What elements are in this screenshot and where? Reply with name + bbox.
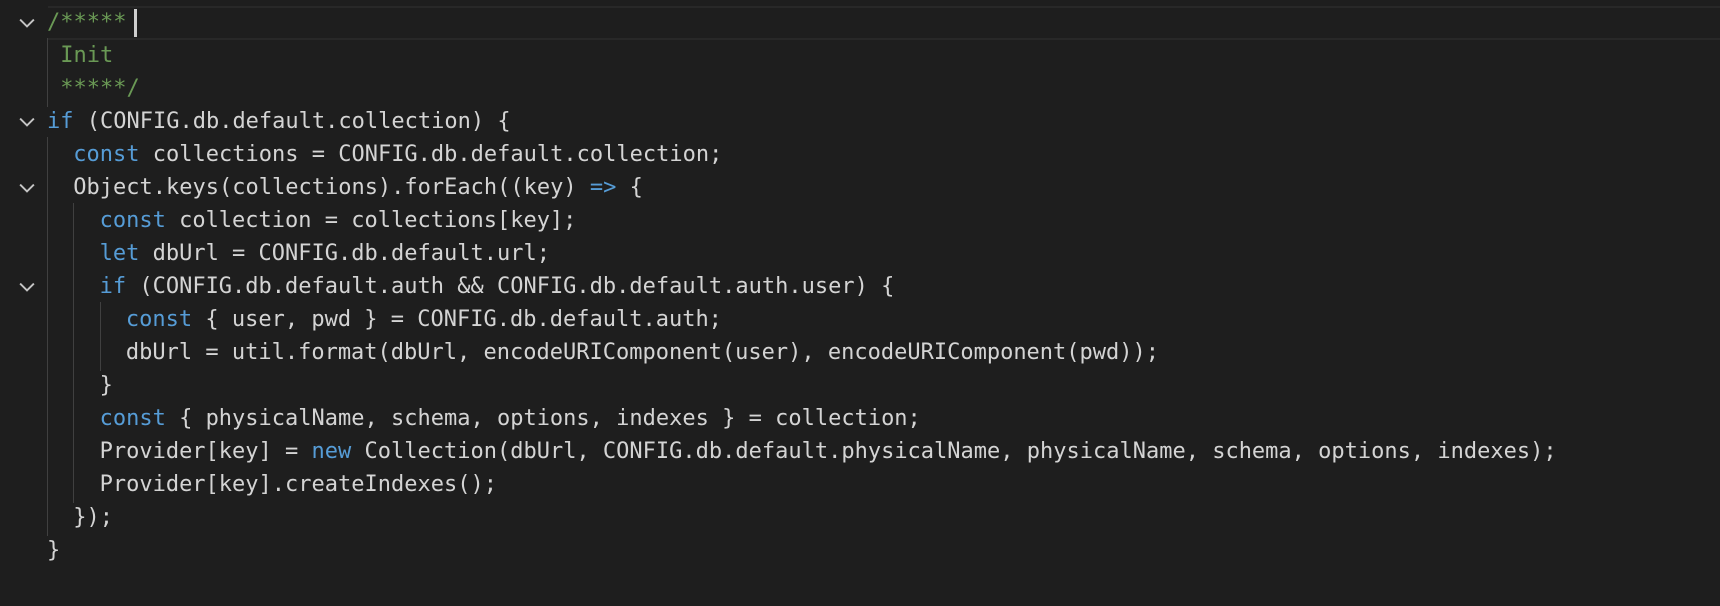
code-line[interactable]: dbUrl = util.format(dbUrl, encodeURIComp… bbox=[0, 335, 1720, 371]
code-text: /***** bbox=[47, 5, 126, 41]
code-token: { user, pwd } = CONFIG.db.default.auth; bbox=[192, 307, 722, 332]
code-line[interactable]: if (CONFIG.db.default.collection) { bbox=[0, 104, 1720, 140]
comment-token: *****/ bbox=[47, 76, 140, 101]
code-line[interactable]: Provider[key] = new Collection(dbUrl, CO… bbox=[0, 434, 1720, 470]
indent-guide bbox=[47, 335, 48, 371]
keyword-token: const bbox=[99, 406, 166, 431]
code-token: (CONFIG.db.default.collection) { bbox=[73, 109, 511, 134]
indent-guide bbox=[47, 500, 48, 536]
code-line[interactable]: const collection = collections[key]; bbox=[0, 203, 1720, 239]
code-token: Collection(dbUrl, CONFIG.db.default.phys… bbox=[351, 439, 1557, 464]
indent-guide bbox=[73, 467, 75, 503]
indent-guide bbox=[47, 467, 48, 503]
indent-guide bbox=[73, 236, 75, 272]
code-line[interactable]: *****/ bbox=[0, 71, 1720, 107]
code-line[interactable]: const collections = CONFIG.db.default.co… bbox=[0, 137, 1720, 173]
code-line[interactable]: let dbUrl = CONFIG.db.default.url; bbox=[0, 236, 1720, 272]
comment-token: Init bbox=[47, 43, 114, 68]
code-text: const { user, pwd } = CONFIG.db.default.… bbox=[126, 302, 722, 338]
indent-guide bbox=[47, 434, 48, 470]
indent-guide bbox=[99, 335, 101, 371]
code-token: (CONFIG.db.default.auth && CONFIG.db.def… bbox=[126, 274, 895, 299]
code-text: Init bbox=[47, 38, 113, 74]
code-text: const { physicalName, schema, options, i… bbox=[100, 401, 921, 437]
indent-guide bbox=[73, 269, 75, 305]
code-text: if (CONFIG.db.default.auth && CONFIG.db.… bbox=[100, 269, 895, 305]
keyword-token: let bbox=[99, 241, 140, 266]
indent-guide bbox=[73, 368, 75, 404]
code-text: if (CONFIG.db.default.collection) { bbox=[47, 104, 511, 140]
indent-guide bbox=[99, 302, 101, 338]
code-text: } bbox=[47, 533, 60, 569]
code-line[interactable]: Object.keys(collections).forEach((key) =… bbox=[0, 170, 1720, 206]
code-text: let dbUrl = CONFIG.db.default.url; bbox=[100, 236, 550, 272]
indent-guide bbox=[73, 302, 75, 338]
comment-token: /***** bbox=[47, 10, 127, 35]
code-token: dbUrl = util.format(dbUrl, encodeURIComp… bbox=[125, 340, 1160, 365]
indent-guide bbox=[47, 170, 48, 206]
keyword-token: const bbox=[73, 142, 140, 167]
text-cursor bbox=[134, 9, 137, 37]
code-text: } bbox=[100, 368, 113, 404]
code-line[interactable]: /***** bbox=[0, 5, 1720, 41]
indent-guide bbox=[47, 401, 48, 437]
code-text: const collections = CONFIG.db.default.co… bbox=[73, 137, 722, 173]
code-token: { physicalName, schema, options, indexes… bbox=[165, 406, 921, 431]
code-token: } bbox=[99, 373, 113, 398]
indent-guide bbox=[73, 401, 75, 437]
code-text: }); bbox=[73, 500, 113, 536]
indent-guide bbox=[73, 434, 75, 470]
code-line[interactable]: } bbox=[0, 368, 1720, 404]
indent-guide bbox=[47, 269, 48, 305]
code-line[interactable]: Init bbox=[0, 38, 1720, 74]
code-line[interactable]: const { user, pwd } = CONFIG.db.default.… bbox=[0, 302, 1720, 338]
code-token: } bbox=[47, 538, 61, 563]
code-text: const collection = collections[key]; bbox=[100, 203, 577, 239]
indent-guide bbox=[47, 368, 48, 404]
code-token: Provider[key].createIndexes(); bbox=[99, 472, 497, 497]
code-text: dbUrl = util.format(dbUrl, encodeURIComp… bbox=[126, 335, 1159, 371]
chevron-down-icon[interactable] bbox=[14, 5, 40, 41]
code-line[interactable]: if (CONFIG.db.default.auth && CONFIG.db.… bbox=[0, 269, 1720, 305]
code-token: Provider[key] = bbox=[99, 439, 312, 464]
code-token: collections = CONFIG.db.default.collecti… bbox=[139, 142, 723, 167]
code-editor[interactable]: /***** Init *****/ if (CONFIG.db.default.… bbox=[0, 0, 1720, 606]
indent-guide bbox=[73, 203, 75, 239]
code-token: dbUrl = CONFIG.db.default.url; bbox=[139, 241, 550, 266]
code-line[interactable]: } bbox=[0, 533, 1720, 569]
code-text: Provider[key] = new Collection(dbUrl, CO… bbox=[100, 434, 1557, 470]
chevron-down-icon[interactable] bbox=[14, 170, 40, 206]
code-text: *****/ bbox=[47, 71, 140, 107]
chevron-down-icon[interactable] bbox=[14, 104, 40, 140]
indent-guide bbox=[47, 236, 48, 272]
code-token: collection = collections[key]; bbox=[165, 208, 577, 233]
indent-guide bbox=[73, 335, 75, 371]
keyword-token: const bbox=[125, 307, 193, 332]
code-line[interactable]: Provider[key].createIndexes(); bbox=[0, 467, 1720, 503]
code-token: Object.keys(collections).forEach((key) bbox=[73, 175, 590, 200]
code-line[interactable]: }); bbox=[0, 500, 1720, 536]
keyword-token: new bbox=[311, 439, 352, 464]
indent-guide bbox=[47, 203, 48, 239]
indent-guide bbox=[47, 302, 48, 338]
keyword-token: const bbox=[99, 208, 166, 233]
code-line[interactable]: const { physicalName, schema, options, i… bbox=[0, 401, 1720, 437]
code-text: Provider[key].createIndexes(); bbox=[100, 467, 497, 503]
keyword-token: if bbox=[99, 274, 127, 299]
keyword-token: => bbox=[589, 175, 617, 200]
code-token: { bbox=[616, 175, 643, 200]
indent-guide bbox=[47, 137, 48, 173]
code-text: Object.keys(collections).forEach((key) =… bbox=[73, 170, 643, 206]
chevron-down-icon[interactable] bbox=[14, 269, 40, 305]
code-token: }); bbox=[73, 505, 114, 530]
keyword-token: if bbox=[47, 109, 74, 134]
